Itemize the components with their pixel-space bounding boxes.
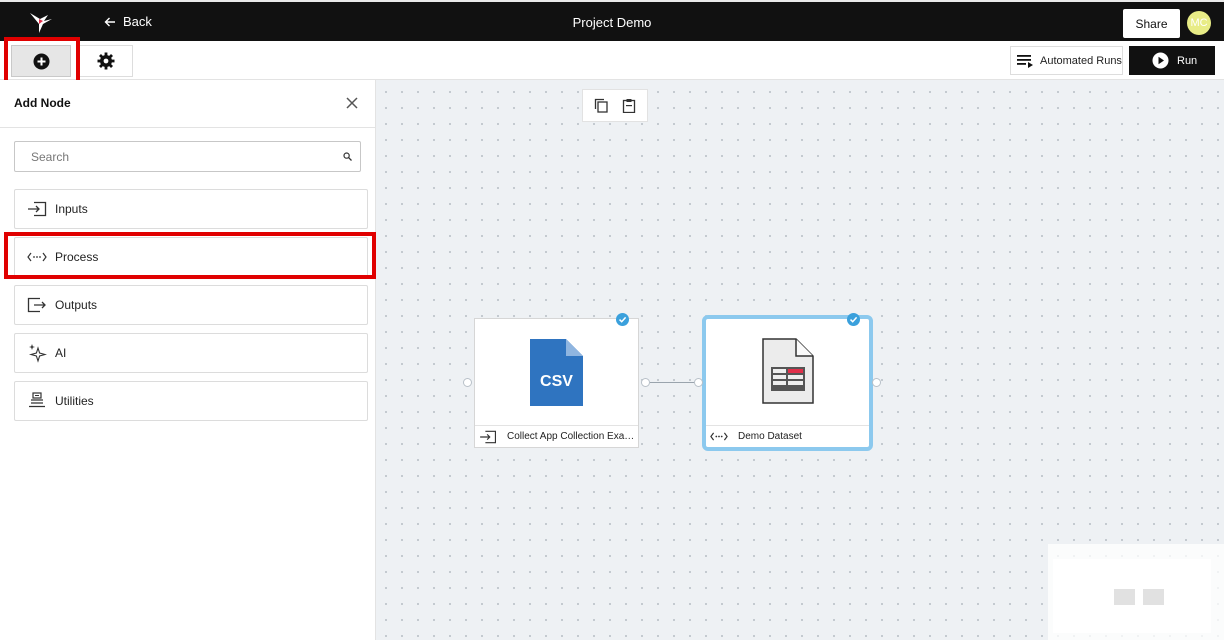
clipboard-toolbar (582, 89, 648, 122)
hummingbird-logo-icon[interactable] (28, 10, 54, 34)
automated-runs-button[interactable]: Automated Runs (1010, 46, 1123, 75)
category-utilities[interactable]: Utilities (14, 381, 368, 421)
share-button[interactable]: Share (1123, 9, 1180, 38)
back-label: Back (123, 14, 152, 29)
list-play-icon (1017, 54, 1033, 68)
top-bar: Back Project Demo Share MC (0, 0, 1224, 41)
category-label: Inputs (55, 202, 88, 216)
automated-runs-label: Automated Runs (1040, 54, 1122, 67)
search-icon[interactable] (343, 152, 352, 161)
sparkle-icon (26, 344, 48, 363)
category-inputs[interactable]: Inputs (14, 189, 368, 229)
csv-node-input-port[interactable] (463, 378, 472, 387)
back-button[interactable]: Back (104, 14, 152, 29)
check-icon (847, 313, 860, 326)
check-icon (616, 313, 629, 326)
plus-circle-icon (33, 53, 49, 69)
output-arrow-icon (26, 296, 48, 314)
gear-icon (97, 52, 114, 70)
node-connection-edge[interactable] (650, 382, 698, 383)
csv-input-node[interactable]: CSV Collect App Collection Exam... (474, 318, 639, 448)
category-label: Process (55, 250, 99, 264)
csv-badge-text: CSV (540, 373, 573, 390)
process-code-icon (26, 248, 48, 266)
category-process[interactable]: Process (14, 237, 368, 277)
add-node-button[interactable] (11, 45, 71, 77)
run-button[interactable]: Run (1129, 46, 1215, 75)
search-box (14, 141, 361, 172)
input-arrow-icon (479, 430, 497, 444)
category-label: Outputs (55, 298, 98, 312)
input-arrow-icon (26, 200, 48, 218)
minimap[interactable] (1048, 544, 1224, 640)
app-root: Back Project Demo Share MC Automated Run… (0, 0, 1224, 640)
arrow-left-icon (104, 17, 115, 26)
panel-header: Add Node (0, 80, 375, 128)
run-label: Run (1177, 54, 1198, 67)
utilities-icon (26, 392, 48, 410)
node-footer: Collect App Collection Exam... (475, 425, 638, 447)
user-avatar[interactable]: MC (1187, 11, 1211, 35)
node-footer: Demo Dataset (706, 425, 869, 447)
category-outputs[interactable]: Outputs (14, 285, 368, 325)
csv-file-icon: CSV (530, 339, 583, 406)
category-label: AI (55, 346, 67, 360)
dataset-node-output-port[interactable] (872, 378, 881, 387)
category-label: Utilities (55, 394, 94, 408)
dataset-table-icon (762, 338, 814, 404)
demo-dataset-node[interactable]: Demo Dataset (702, 315, 873, 451)
add-node-panel: Add Node Inputs Process (0, 80, 376, 640)
minimap-viewport (1053, 559, 1211, 633)
workflow-canvas[interactable]: CSV Collect App Collection Exam... Demo … (376, 80, 1224, 640)
settings-button[interactable] (78, 45, 133, 77)
csv-node-output-port[interactable] (641, 378, 650, 387)
minimap-node (1143, 589, 1164, 605)
copy-icon[interactable] (594, 98, 608, 113)
project-title: Project Demo (572, 15, 652, 30)
process-code-icon (710, 430, 728, 444)
node-label: Collect App Collection Exam... (507, 431, 635, 442)
category-ai[interactable]: AI (14, 333, 368, 373)
search-input[interactable] (15, 142, 335, 171)
close-icon[interactable] (345, 96, 359, 110)
minimap-node (1114, 589, 1135, 605)
paste-icon[interactable] (622, 98, 636, 113)
panel-title: Add Node (14, 96, 71, 110)
play-circle-icon (1152, 52, 1169, 69)
node-label: Demo Dataset (738, 431, 802, 442)
dataset-node-input-port[interactable] (694, 378, 703, 387)
